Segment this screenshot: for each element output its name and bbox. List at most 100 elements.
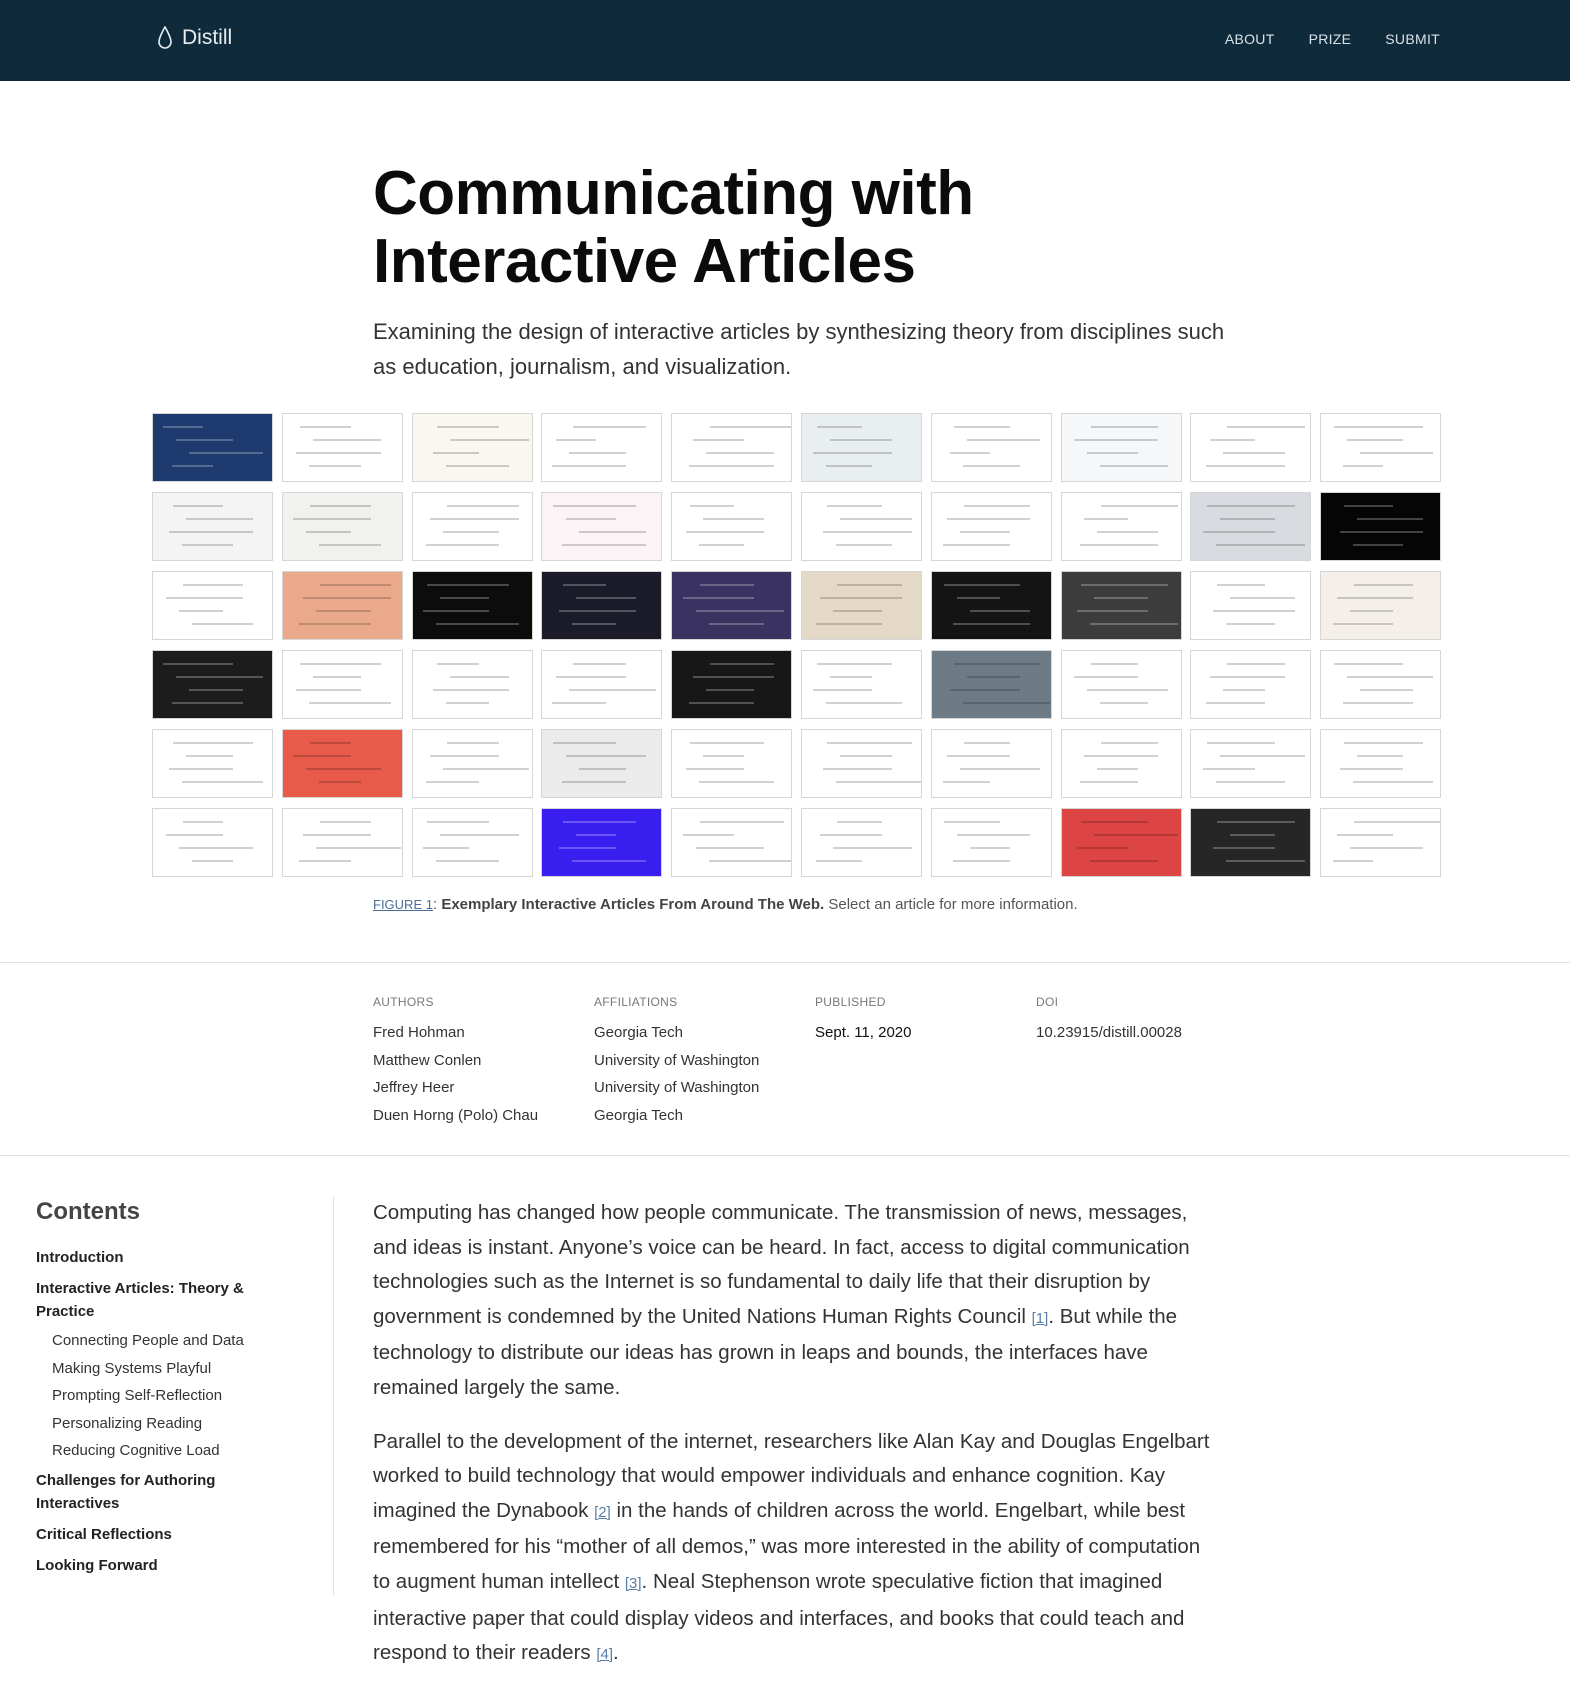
toc-subitem-connecting-people[interactable]: Connecting People and Data <box>52 1331 276 1351</box>
thumbnail-detail <box>942 544 1010 546</box>
thumbnail-detail <box>822 531 912 533</box>
citation-link[interactable]: [1] <box>1032 1310 1049 1327</box>
toc-item-theory-practice[interactable]: Interactive Articles: Theory & Practice <box>36 1277 276 1323</box>
article-thumbnail[interactable] <box>281 650 403 719</box>
thumbnail-detail <box>819 834 882 836</box>
article-thumbnail[interactable] <box>800 650 922 719</box>
article-thumbnail[interactable] <box>281 492 403 561</box>
doi-value[interactable]: 10.23915/distill.00028 <box>1036 1019 1257 1047</box>
article-thumbnail[interactable] <box>541 492 663 561</box>
affiliation-name[interactable]: University of Washington <box>594 1074 815 1102</box>
article-thumbnail[interactable] <box>1060 571 1182 640</box>
article-thumbnail[interactable] <box>930 492 1052 561</box>
article-thumbnail[interactable] <box>152 413 273 482</box>
article-thumbnail[interactable] <box>1320 808 1442 877</box>
article-thumbnail[interactable] <box>800 808 922 877</box>
article-thumbnail[interactable] <box>1190 729 1312 798</box>
article-thumbnail[interactable] <box>671 729 793 798</box>
author-name[interactable]: Jeffrey Heer <box>373 1074 594 1102</box>
article-thumbnail[interactable] <box>411 413 533 482</box>
article-thumbnail[interactable] <box>800 729 922 798</box>
article-thumbnail[interactable] <box>671 571 793 640</box>
article-thumbnail[interactable] <box>1320 729 1442 798</box>
article-thumbnail[interactable] <box>1060 808 1182 877</box>
toc-item-critical-reflections[interactable]: Critical Reflections <box>36 1523 276 1546</box>
thumbnail-detail <box>1213 610 1296 612</box>
article-thumbnail[interactable] <box>1190 413 1312 482</box>
article-thumbnail[interactable] <box>800 413 922 482</box>
thumbnail-detail <box>176 676 263 678</box>
toc-subitem-making-systems-playful[interactable]: Making Systems Playful <box>52 1359 276 1379</box>
toc-item-looking-forward[interactable]: Looking Forward <box>36 1554 276 1577</box>
figure-label-link[interactable]: FIGURE 1 <box>373 897 433 912</box>
toc-item-challenges[interactable]: Challenges for Authoring Interactives <box>36 1469 276 1515</box>
article-thumbnail[interactable] <box>1320 650 1442 719</box>
article-thumbnail[interactable] <box>930 808 1052 877</box>
article-thumbnail[interactable] <box>541 650 663 719</box>
nav-submit-link[interactable]: SUBMIT <box>1385 31 1440 47</box>
toc-subitem-reducing-cognitive-load[interactable]: Reducing Cognitive Load <box>52 1441 276 1461</box>
author-name[interactable]: Duen Horng (Polo) Chau <box>373 1102 594 1130</box>
article-thumbnail[interactable] <box>930 413 1052 482</box>
article-thumbnail[interactable] <box>281 413 403 482</box>
nav-prize-link[interactable]: PRIZE <box>1309 31 1352 47</box>
author-name[interactable]: Fred Hohman <box>373 1019 594 1047</box>
affiliation-name[interactable]: University of Washington <box>594 1047 815 1075</box>
article-thumbnail[interactable] <box>930 650 1052 719</box>
article-thumbnail[interactable] <box>800 571 922 640</box>
article-thumbnail[interactable] <box>930 729 1052 798</box>
affiliation-name[interactable]: Georgia Tech <box>594 1102 815 1130</box>
article-thumbnail[interactable] <box>541 729 663 798</box>
article-thumbnail[interactable] <box>671 650 793 719</box>
article-thumbnail[interactable] <box>411 808 533 877</box>
article-thumbnail[interactable] <box>411 492 533 561</box>
article-thumbnail[interactable] <box>152 650 273 719</box>
article-thumbnail[interactable] <box>1190 571 1312 640</box>
article-thumbnail[interactable] <box>1320 571 1442 640</box>
article-thumbnail[interactable] <box>281 571 403 640</box>
thumbnail-detail <box>966 439 1040 441</box>
article-thumbnail[interactable] <box>1190 808 1312 877</box>
thumbnail-detail <box>166 597 243 599</box>
article-thumbnail[interactable] <box>1320 492 1442 561</box>
article-thumbnail[interactable] <box>1190 492 1312 561</box>
article-thumbnail[interactable] <box>541 571 663 640</box>
citation-link[interactable]: [4] <box>596 1646 613 1663</box>
thumbnail-detail <box>319 584 391 586</box>
article-thumbnail[interactable] <box>671 808 793 877</box>
article-thumbnail[interactable] <box>541 808 663 877</box>
article-thumbnail[interactable] <box>152 571 273 640</box>
citation-link[interactable]: [3] <box>625 1575 642 1592</box>
toc-subitem-prompting-self-reflection[interactable]: Prompting Self-Reflection <box>52 1386 276 1406</box>
brand-logo-link[interactable]: Distill <box>158 26 232 50</box>
article-thumbnail[interactable] <box>411 729 533 798</box>
article-thumbnail[interactable] <box>671 492 793 561</box>
article-thumbnail[interactable] <box>1060 729 1182 798</box>
article-thumbnail[interactable] <box>541 413 663 482</box>
nav-about-link[interactable]: ABOUT <box>1225 31 1275 47</box>
article-thumbnail[interactable] <box>152 729 273 798</box>
article-thumbnail[interactable] <box>671 413 793 482</box>
article-thumbnail[interactable] <box>411 650 533 719</box>
article-thumbnail[interactable] <box>152 808 273 877</box>
article-thumbnail[interactable] <box>411 571 533 640</box>
article-thumbnail[interactable] <box>281 808 403 877</box>
article-thumbnail[interactable] <box>1320 413 1442 482</box>
article-thumbnail[interactable] <box>1190 650 1312 719</box>
thumbnail-detail <box>1220 755 1306 757</box>
article-thumbnail[interactable] <box>1060 650 1182 719</box>
article-thumbnail[interactable] <box>1060 413 1182 482</box>
article-thumbnail[interactable] <box>281 729 403 798</box>
toc-subitem-personalizing-reading[interactable]: Personalizing Reading <box>52 1414 276 1434</box>
author-name[interactable]: Matthew Conlen <box>373 1047 594 1075</box>
article-thumbnail[interactable] <box>930 571 1052 640</box>
thumbnail-detail <box>703 518 765 520</box>
citation-link[interactable]: [2] <box>594 1504 611 1521</box>
article-thumbnail[interactable] <box>800 492 922 561</box>
thumbnail-detail <box>709 623 765 625</box>
thumbnail-detail <box>952 623 1030 625</box>
affiliation-name[interactable]: Georgia Tech <box>594 1019 815 1047</box>
article-thumbnail[interactable] <box>1060 492 1182 561</box>
article-thumbnail[interactable] <box>152 492 273 561</box>
toc-item-introduction[interactable]: Introduction <box>36 1246 276 1269</box>
